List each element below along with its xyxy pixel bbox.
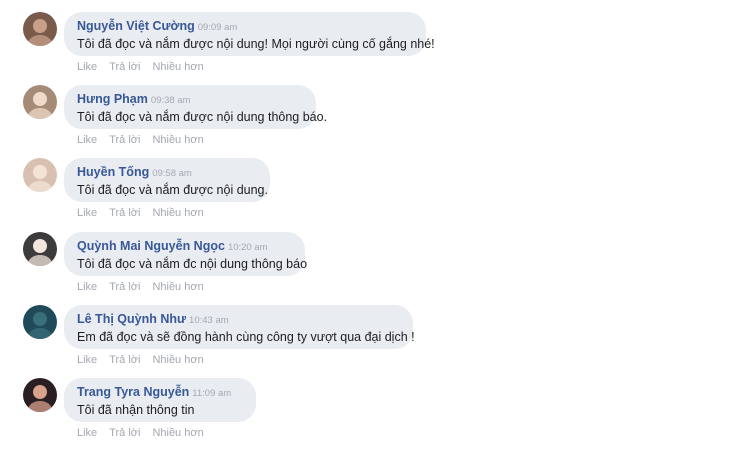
comment-timestamp[interactable]: 09:38 am [151,95,191,106]
avatar[interactable] [23,85,57,119]
comment-bubble: Hưng Phạm 09:38 am Tôi đã đọc và nắm được … [64,85,328,129]
avatar[interactable] [23,378,57,412]
comment-text: Tôi đã đọc và nắm được nội dung. [77,183,268,197]
comment-bubble: Quỳnh Mai Nguyễn Ngọc 10:20 am Tôi đã đọc … [64,232,308,276]
avatar-user-photo-icon [23,232,57,266]
avatar-user-photo-icon [23,85,57,119]
comment-author-link[interactable]: Huyền Tống [77,165,149,179]
comment-author-link[interactable]: Lê Thị Quỳnh Như [77,312,186,326]
reply-link[interactable]: Trả lời [109,207,140,219]
comment-author-link[interactable]: Nguyễn Việt Cường [77,19,195,33]
more-link[interactable]: Nhiều hơn [152,427,203,439]
comment-bubble: Trang Tyra Nguyễn 11:09 am Tôi đã nhận thô… [64,378,256,422]
comment-actions: Like Trả lời Nhiều hơn [77,206,216,220]
comment-item: Trang Tyra Nguyễn 11:09 am Tôi đã nhận thô… [0,378,741,451]
comment-timestamp[interactable]: 10:43 am [189,315,229,326]
comment-item: Nguyễn Việt Cường 09:09 am Tôi đã đọc và n… [0,12,741,85]
like-link[interactable]: Like [77,207,97,219]
comment-bubble: Lê Thị Quỳnh Như 10:43 am Em đã đọc và sẽ … [64,305,415,349]
comment-bubble: Huyền Tống 09:58 am Tôi đã đọc và nắm được… [64,158,270,202]
like-link[interactable]: Like [77,134,97,146]
reply-link[interactable]: Trả lời [109,281,140,293]
like-link[interactable]: Like [77,61,97,73]
comment-item: Hưng Phạm 09:38 am Tôi đã đọc và nắm được … [0,85,741,158]
avatar[interactable] [23,232,57,266]
comment-text: Tôi đã đọc và nắm được nội dung thông bá… [77,110,328,124]
reply-link[interactable]: Trả lời [109,61,140,73]
comment-actions: Like Trả lời Nhiều hơn [77,280,216,294]
more-link[interactable]: Nhiều hơn [152,281,203,293]
comment-author-link[interactable]: Hưng Phạm [77,92,148,106]
avatar[interactable] [23,305,57,339]
comment-timestamp[interactable]: 09:09 am [198,22,238,33]
comment-text: Tôi đã đọc và nắm đc nội dung thông báo [77,257,308,271]
comment-text: Em đã đọc và sẽ đồng hành cùng công ty v… [77,330,415,344]
comment-bubble: Nguyễn Việt Cường 09:09 am Tôi đã đọc và n… [64,12,435,56]
comment-item: Huyền Tống 09:58 am Tôi đã đọc và nắm được… [0,158,741,231]
comment-actions: Like Trả lời Nhiều hơn [77,60,216,74]
comment-timestamp[interactable]: 10:20 am [228,242,268,253]
comment-item: Quỳnh Mai Nguyễn Ngọc 10:20 am Tôi đã đọc … [0,232,741,305]
more-link[interactable]: Nhiều hơn [152,354,203,366]
comment-author-link[interactable]: Trang Tyra Nguyễn [77,385,189,399]
like-link[interactable]: Like [77,281,97,293]
more-link[interactable]: Nhiều hơn [152,134,203,146]
reply-link[interactable]: Trả lời [109,427,140,439]
avatar-user-photo-icon [23,378,57,412]
comment-actions: Like Trả lời Nhiều hơn [77,353,216,367]
comment-timestamp[interactable]: 11:09 am [192,388,231,399]
comment-item: Lê Thị Quỳnh Như 10:43 am Em đã đọc và sẽ … [0,305,741,378]
comment-actions: Like Trả lời Nhiều hơn [77,426,216,440]
comment-text: Tôi đã đọc và nắm được nội dung! Mọi ngư… [77,37,435,51]
more-link[interactable]: Nhiều hơn [152,61,203,73]
avatar-user-photo-icon [23,305,57,339]
avatar-user-photo-icon [23,12,57,46]
avatar-user-photo-icon [23,158,57,192]
comment-timestamp[interactable]: 09:58 am [152,168,192,179]
avatar[interactable] [23,12,57,46]
like-link[interactable]: Like [77,354,97,366]
more-link[interactable]: Nhiều hơn [152,207,203,219]
comment-author-link[interactable]: Quỳnh Mai Nguyễn Ngọc [77,239,225,253]
avatar[interactable] [23,158,57,192]
comment-text: Tôi đã nhận thông tin [77,403,195,417]
like-link[interactable]: Like [77,427,97,439]
comment-actions: Like Trả lời Nhiều hơn [77,133,216,147]
reply-link[interactable]: Trả lời [109,134,140,146]
reply-link[interactable]: Trả lời [109,354,140,366]
